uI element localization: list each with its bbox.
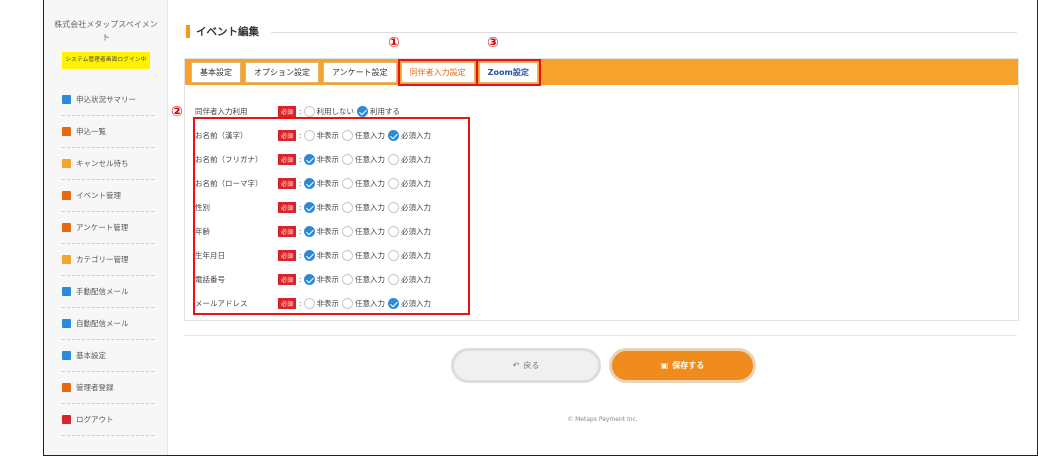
- sidebar-item-0[interactable]: 申込状況サマリー: [62, 84, 154, 116]
- pie-icon: [62, 223, 71, 232]
- app-window: 株式会社メタップスペイメント システム管理者画面ログイン中 申込状況サマリー 申込…: [43, 0, 1038, 456]
- companion-label: 同伴者入力利用: [195, 106, 248, 116]
- footer-divider: [184, 335, 1017, 336]
- save-icon: ▣: [660, 361, 669, 370]
- tab-zoom-settings[interactable]: Zoom設定: [475, 58, 541, 86]
- tab-basic-settings[interactable]: 基本設定: [191, 61, 241, 83]
- back-button-label: 戻る: [523, 361, 540, 370]
- sidebar-item-4[interactable]: アンケート管理: [62, 212, 154, 244]
- list-icon: [62, 255, 71, 264]
- copyright: © Metaps Payment Inc.: [567, 416, 638, 423]
- sidebar-item-label: キャンセル待ち: [76, 159, 129, 168]
- sidebar-item-label: 基本設定: [76, 351, 106, 360]
- separator: :: [299, 106, 302, 116]
- sidebar-item-label: 申込一覧: [76, 127, 106, 136]
- sidebar: 株式会社メタップスペイメント システム管理者画面ログイン中 申込状況サマリー 申込…: [44, 0, 168, 455]
- mail-icon: [62, 319, 71, 328]
- title-divider: [271, 32, 1017, 33]
- tab-bar: 基本設定 オプション設定 アンケート設定 同伴者入力設定 Zoom設定: [185, 58, 1018, 86]
- sidebar-item-label: 申込状況サマリー: [76, 95, 136, 104]
- save-button-label: 保存する: [672, 361, 705, 370]
- sidebar-item-6[interactable]: 手動配信メール: [62, 276, 154, 308]
- logout-icon: [62, 415, 71, 424]
- clock-icon: [62, 159, 71, 168]
- sidebar-item-9[interactable]: 管理者登録: [62, 372, 154, 404]
- annotation-mark-1: ①: [388, 35, 400, 51]
- page-title: イベント編集: [186, 24, 259, 39]
- sidebar-item-label: 自動配信メール: [76, 319, 129, 328]
- sidebar-item-8[interactable]: 基本設定: [62, 340, 154, 372]
- title-accent-bar: [186, 25, 190, 38]
- sidebar-item-label: ログアウト: [76, 415, 114, 424]
- back-arrow-icon: ↶: [512, 361, 520, 370]
- sidebar-item-label: 管理者登録: [76, 383, 114, 392]
- sidebar-item-10[interactable]: ログアウト: [62, 404, 154, 436]
- sidebar-item-5[interactable]: カテゴリー管理: [62, 244, 154, 276]
- grid-icon: [62, 191, 71, 200]
- page-title-text: イベント編集: [196, 26, 259, 38]
- tab-option-settings[interactable]: オプション設定: [245, 61, 319, 83]
- save-button[interactable]: ▣ 保存する: [609, 348, 756, 383]
- sidebar-menu: 申込状況サマリー 申込一覧キャンセル待ち イベント管理 アンケート管理 カテゴリー管理手…: [44, 84, 168, 436]
- company-name: 株式会社メタップスペイメント: [54, 20, 158, 42]
- annotation-box-fields: [193, 117, 470, 315]
- annotation-mark-2: ②: [171, 104, 183, 120]
- sidebar-item-3[interactable]: イベント管理: [62, 180, 154, 212]
- sidebar-item-label: イベント管理: [76, 191, 121, 200]
- back-button[interactable]: ↶ 戻る: [451, 348, 601, 383]
- tab-survey-settings[interactable]: アンケート設定: [323, 61, 397, 83]
- sidebar-item-label: アンケート管理: [76, 223, 129, 232]
- sidebar-item-1[interactable]: 申込一覧: [62, 116, 154, 148]
- book-icon: [62, 127, 71, 136]
- option-label: 利用しない: [316, 106, 355, 116]
- sidebar-item-7[interactable]: 自動配信メール: [62, 308, 154, 340]
- rss-icon: [62, 287, 71, 296]
- sidebar-item-2[interactable]: キャンセル待ち: [62, 148, 154, 180]
- radio-button[interactable]: [303, 105, 315, 117]
- sidebar-item-label: カテゴリー管理: [76, 255, 129, 264]
- login-status-badge: システム管理者画面ログイン中: [62, 52, 150, 69]
- sidebar-item-label: 手動配信メール: [76, 287, 129, 296]
- companion-option-on[interactable]: 利用する: [357, 105, 401, 117]
- option-label: 利用する: [370, 106, 401, 116]
- tab-companion-settings[interactable]: 同伴者入力設定: [397, 58, 478, 86]
- users-icon: [62, 383, 71, 392]
- annotation-mark-3: ③: [487, 35, 499, 51]
- chart-icon: [62, 95, 71, 104]
- companion-option-off[interactable]: 利用しない: [303, 105, 355, 117]
- required-badge: 必須: [278, 105, 297, 117]
- radio-button-checked[interactable]: [357, 105, 369, 117]
- gear-icon: [62, 351, 71, 360]
- main-content: イベント編集 ① ③ ② 基本設定 オプション設定 アンケート設定 同伴者入力設…: [168, 0, 1037, 455]
